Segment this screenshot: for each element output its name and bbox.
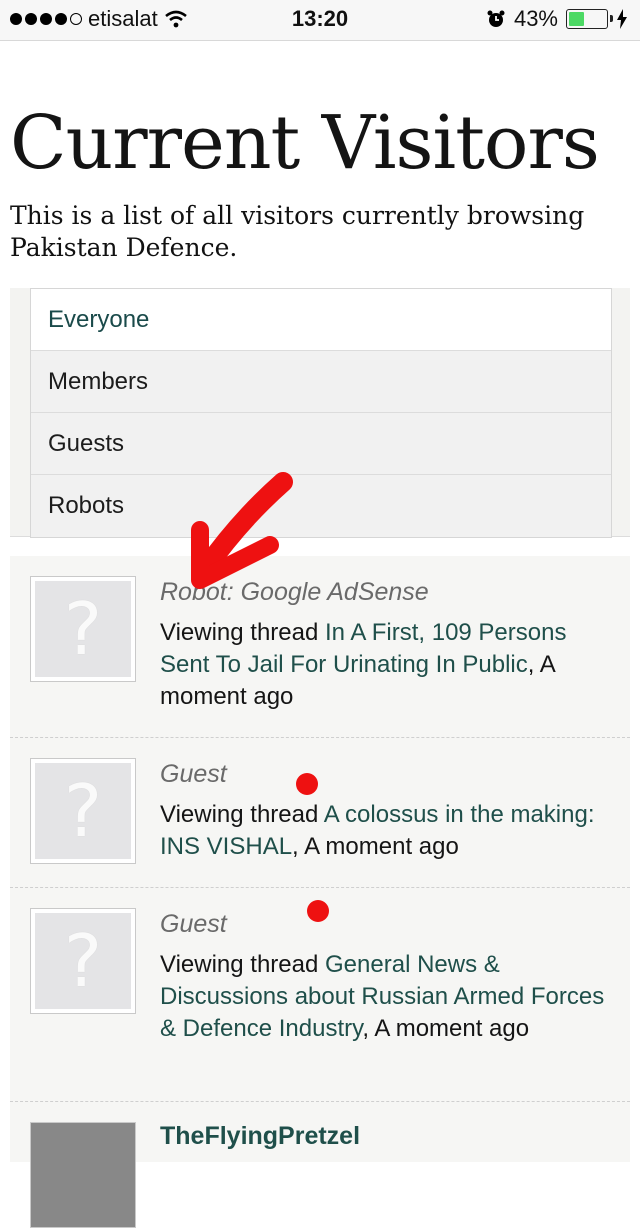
alarm-icon [487,10,505,27]
activity-time: A moment ago [374,1015,530,1042]
charging-bolt-icon [617,9,627,29]
visitor-list: ? Robot: Google AdSense Viewing thread I… [10,556,630,1228]
filter-members[interactable]: Members [31,351,611,413]
filter-guests[interactable]: Guests [31,413,611,475]
visitor-filter-panel: Everyone Members Guests Robots [10,288,630,538]
visitor-activity: Viewing thread A colossus in the making:… [160,799,610,863]
visitor-activity: Viewing thread In A First, 109 Persons S… [160,617,610,713]
page-description: This is a list of all visitors currently… [10,201,585,262]
avatar[interactable]: ? [30,758,136,864]
avatar[interactable]: ? [30,908,136,1014]
page-title: Current Visitors [10,100,600,186]
separator: , [527,651,535,678]
activity-label: Viewing thread [160,801,319,828]
activity-time: A moment ago [304,833,459,860]
question-mark-icon: ? [63,587,103,671]
battery-level-fill [569,12,584,26]
battery-icon [566,9,613,29]
filter-everyone[interactable]: Everyone [31,289,611,351]
status-right: 43% [486,6,628,32]
visitor-name: Robot: Google AdSense [160,578,429,606]
avatar[interactable]: ? [30,576,136,682]
visitor-name: Guest [160,760,227,788]
member-name-link[interactable]: TheFlyingPretzel [160,1122,610,1151]
red-dot-annotation [296,773,318,795]
activity-label: Viewing thread [160,951,319,978]
visitor-item: ? Robot: Google AdSense Viewing thread I… [10,556,630,738]
visitor-item: ? Guest Viewing thread A colossus in the… [10,738,630,888]
red-dot-annotation [307,900,329,922]
battery-percent: 43% [513,6,558,31]
activity-label: Viewing thread [160,619,319,646]
question-mark-icon: ? [63,769,103,853]
avatar[interactable] [30,1122,136,1228]
status-bar: etisalat 13:20 43% [0,0,640,41]
separator: , [292,833,299,860]
filter-robots[interactable]: Robots [31,475,611,537]
question-mark-icon: ? [63,919,103,1003]
visitor-item: TheFlyingPretzel [10,1102,630,1228]
separator: , [362,1015,369,1042]
visitor-activity: Viewing thread General News & Discussion… [160,949,610,1045]
visitor-name: Guest [160,910,227,938]
visitor-filter-list: Everyone Members Guests Robots [30,288,612,538]
